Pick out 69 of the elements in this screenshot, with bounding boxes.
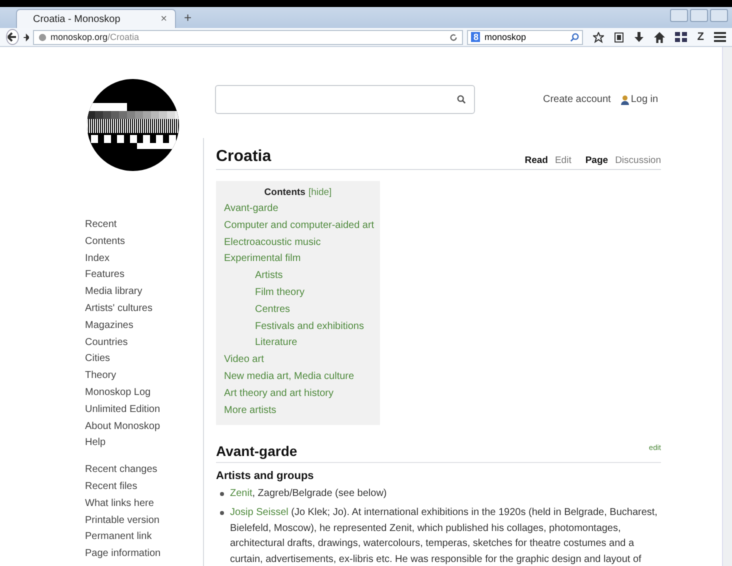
bullet-icon bbox=[220, 492, 224, 496]
scrollbar[interactable] bbox=[722, 47, 732, 566]
list-paragraph: Josip Seissel (Jo Klek; Jo). At international exhibitions in the 1920s (held in Belgrade, Bucharest, Bielefeld, Moscow), he represented Zenit, which published his collages, photomontages, architectural drafts, drawings, watercolours, temperas, sketches for theatre costumes and a curtain, advertisements, ex-libris etc. He was responsible for the graphic design and layout of bbox=[230, 506, 658, 566]
new-tab-button[interactable]: + bbox=[184, 10, 192, 25]
view-tab[interactable]: Edit bbox=[554, 155, 572, 166]
toc-link[interactable]: More artists bbox=[224, 402, 372, 420]
section-heading: Avant-garde bbox=[216, 443, 298, 460]
toc-link[interactable]: Experimental film bbox=[224, 251, 372, 268]
sidebar-link[interactable]: Contents bbox=[85, 234, 203, 251]
sidebar-link[interactable]: What links here bbox=[85, 496, 203, 513]
toc-link[interactable]: Electroacoustic music bbox=[224, 234, 372, 252]
search-icon[interactable] bbox=[570, 32, 580, 42]
search-field[interactable] bbox=[215, 85, 475, 114]
sidebar-link[interactable]: About Monoskop bbox=[85, 418, 203, 436]
toc-link[interactable]: Artists bbox=[224, 268, 372, 285]
sidebar-link[interactable]: Help bbox=[85, 435, 203, 452]
sidebar-link[interactable]: Artists' cultures bbox=[85, 300, 203, 318]
sidebar-link[interactable]: Theory bbox=[85, 368, 203, 385]
menu-icon[interactable] bbox=[714, 32, 726, 42]
star-icon[interactable] bbox=[593, 32, 604, 42]
home-icon[interactable] bbox=[654, 32, 666, 42]
close-tab-button[interactable]: × bbox=[160, 13, 167, 25]
sidebar-link[interactable]: Unlimited Edition bbox=[85, 402, 203, 419]
sidebar-link[interactable]: Recent bbox=[85, 217, 203, 234]
sidebar-link[interactable]: Countries bbox=[85, 334, 203, 352]
subsection-heading: Artists and groups bbox=[216, 470, 315, 482]
toc-link[interactable]: Festivals and exhibitions bbox=[224, 318, 372, 336]
bullet-icon bbox=[220, 510, 224, 515]
download-icon[interactable] bbox=[634, 32, 644, 42]
globe-icon bbox=[38, 32, 48, 42]
reload-icon[interactable] bbox=[449, 32, 458, 42]
toc-title: Contents bbox=[264, 187, 306, 198]
log-in-link[interactable]: Log in bbox=[620, 94, 658, 105]
sidebar-link[interactable]: Printable version bbox=[85, 512, 203, 530]
extension-button[interactable]: Z bbox=[697, 31, 704, 43]
toc-link[interactable]: Avant-garde bbox=[224, 201, 372, 218]
toc-link[interactable]: Computer and computer-aided art bbox=[224, 218, 372, 235]
address-bar[interactable]: monoskop.org/Croatia bbox=[33, 30, 464, 44]
sidebar-link[interactable]: Page information bbox=[85, 546, 203, 563]
article-link[interactable]: Zenit bbox=[230, 488, 252, 500]
list-paragraph: Zenit, Zagreb/Belgrade (see below) bbox=[230, 487, 387, 502]
forward-icon[interactable] bbox=[22, 32, 30, 42]
sidebar-link[interactable]: Magazines bbox=[85, 318, 203, 335]
view-tab[interactable]: Read bbox=[524, 155, 548, 166]
sidebar-link[interactable]: Monoskop Log bbox=[85, 384, 203, 402]
toc-link[interactable]: Centres bbox=[224, 302, 372, 319]
toc-link[interactable]: New media art, Media culture bbox=[224, 368, 372, 386]
search-icon[interactable] bbox=[457, 95, 466, 104]
sidebar-link[interactable]: Index bbox=[85, 250, 203, 268]
page-title: Croatia bbox=[216, 148, 272, 166]
sidebar-link[interactable]: Permanent link bbox=[85, 529, 203, 546]
sidebar-link[interactable]: Recent changes bbox=[85, 462, 203, 479]
toc-link[interactable]: Art theory and art history bbox=[224, 386, 372, 403]
search-bar[interactable]: 8 monoskop bbox=[467, 30, 584, 44]
sidebar-link[interactable]: Media library bbox=[85, 284, 203, 301]
namespace-tab[interactable]: Discussion bbox=[615, 155, 661, 166]
user-icon bbox=[620, 94, 629, 104]
sidebar-link[interactable]: Recent files bbox=[85, 478, 203, 496]
sidebar-link[interactable]: Features bbox=[85, 267, 203, 284]
grid-icon[interactable] bbox=[675, 32, 688, 42]
article-link[interactable]: Josip Seissel bbox=[230, 506, 288, 518]
create-account-link[interactable]: Create account bbox=[543, 94, 611, 105]
namespace-tab[interactable]: Page bbox=[585, 155, 608, 166]
toc-link[interactable]: Literature bbox=[224, 335, 372, 352]
browser-tab[interactable]: Croatia - Monoskop × bbox=[16, 9, 176, 28]
toc-link[interactable]: Video art bbox=[224, 352, 372, 369]
sidebar-link[interactable]: Cities bbox=[85, 351, 203, 368]
back-button[interactable] bbox=[6, 29, 19, 45]
toc-link[interactable]: Film theory bbox=[224, 284, 372, 302]
